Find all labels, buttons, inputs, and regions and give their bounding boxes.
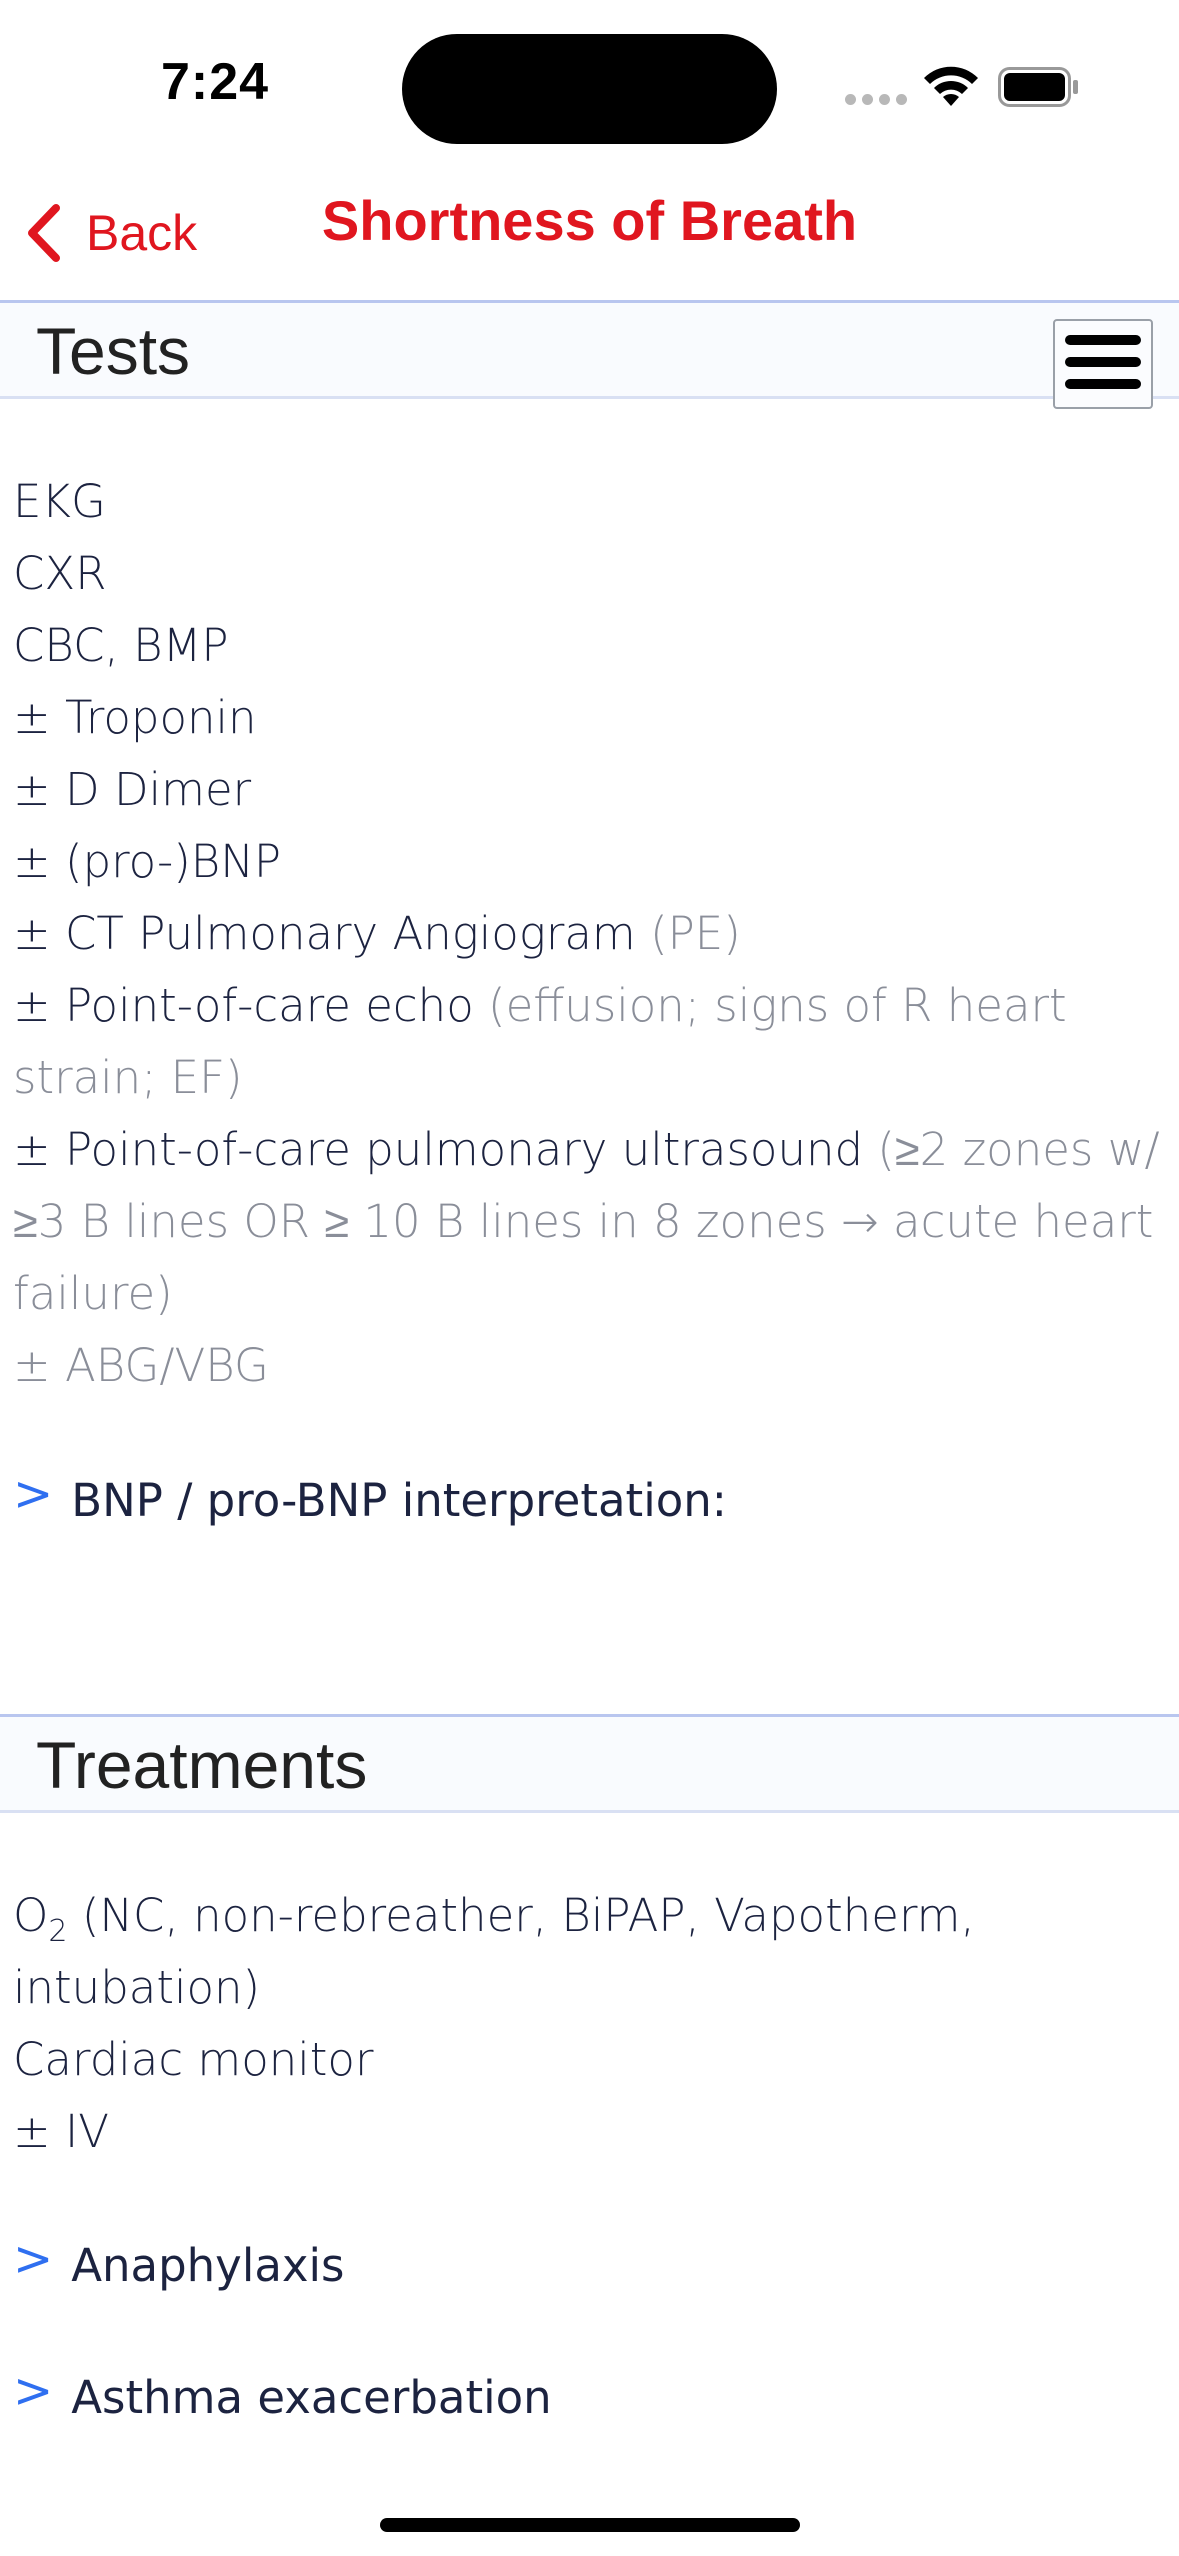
treatment-item: Cardiac monitor xyxy=(13,2024,1163,2096)
test-item: CXR xyxy=(13,538,1163,610)
test-item: ± ABG/VBG xyxy=(13,1330,1163,1402)
hamburger-icon-bar xyxy=(1065,379,1141,389)
dynamic-island xyxy=(402,34,777,144)
anaphylaxis-link[interactable]: > Anaphylaxis xyxy=(13,2231,345,2296)
treatment-item: ± IV xyxy=(13,2096,1163,2168)
status-bar: 7:24 xyxy=(0,0,1179,170)
wifi-icon xyxy=(924,66,978,106)
test-item-label: ± Point-of-care echo xyxy=(13,979,474,1032)
hamburger-icon-bar xyxy=(1065,335,1141,345)
test-item: CBC, BMP xyxy=(13,610,1163,682)
test-item-label: ± Point-of-care pulmonary ultrasound xyxy=(13,1123,864,1176)
chevron-right-icon: > xyxy=(13,2231,54,2287)
asthma-exacerbation-label: Asthma exacerbation xyxy=(71,2371,552,2424)
hamburger-icon-bar xyxy=(1065,357,1141,367)
tests-list: EKG CXR CBC, BMP ± Troponin ± D Dimer ± … xyxy=(13,466,1163,1402)
test-item: ± D Dimer xyxy=(13,754,1163,826)
test-item-label: EKG xyxy=(13,475,106,528)
test-item-label: ± CT Pulmonary Angiogram xyxy=(13,907,636,960)
treatment-item-label: Cardiac monitor xyxy=(13,2033,374,2086)
treatment-item-oxygen: O2 (NC, non-rebreather, BiPAP, Vapotherm… xyxy=(13,1880,1163,2024)
test-item-note: ± ABG/VBG xyxy=(13,1339,269,1392)
bnp-interpretation-link[interactable]: > BNP / pro-BNP interpretation: xyxy=(13,1466,727,1531)
test-item: EKG xyxy=(13,466,1163,538)
menu-button[interactable] xyxy=(1053,319,1153,409)
treatments-section-title: Treatments xyxy=(36,1728,368,1802)
test-item-label: ± D Dimer xyxy=(13,763,252,816)
test-item: ± Troponin xyxy=(13,682,1163,754)
test-item: ± Point-of-care echo (effusion; signs of… xyxy=(13,970,1163,1114)
treatment-item-label: ± IV xyxy=(13,2105,110,2158)
cellular-signal-icon xyxy=(845,94,907,106)
test-item-label: ± Troponin xyxy=(13,691,257,744)
bnp-interpretation-label: BNP / pro-BNP interpretation: xyxy=(71,1474,727,1527)
oxygen-options: (NC, non-rebreather, BiPAP, Vapotherm, i… xyxy=(13,1889,975,2014)
test-item: ± CT Pulmonary Angiogram (PE) xyxy=(13,898,1163,970)
asthma-exacerbation-link[interactable]: > Asthma exacerbation xyxy=(13,2363,552,2428)
tests-section-title: Tests xyxy=(36,314,191,388)
battery-icon xyxy=(998,67,1078,107)
treatments-section-header: Treatments xyxy=(0,1714,1179,1813)
navigation-bar: Back Shortness of Breath xyxy=(0,170,1179,302)
oxygen-subscript: 2 xyxy=(48,1914,68,1949)
tests-section-header: Tests xyxy=(0,300,1179,409)
test-item-label: CBC, BMP xyxy=(13,619,229,672)
home-indicator[interactable] xyxy=(380,2518,800,2532)
test-item-note: (PE) xyxy=(650,907,741,960)
treatments-list: O2 (NC, non-rebreather, BiPAP, Vapotherm… xyxy=(13,1880,1163,2168)
page-title: Shortness of Breath xyxy=(321,189,858,252)
test-item: ± (pro-)BNP xyxy=(13,826,1163,898)
chevron-right-icon: > xyxy=(13,1466,54,1522)
status-time: 7:24 xyxy=(160,53,270,111)
anaphylaxis-label: Anaphylaxis xyxy=(71,2239,345,2292)
test-item-label: ± (pro-)BNP xyxy=(13,835,282,888)
chevron-right-icon: > xyxy=(13,2363,54,2419)
test-item-label: CXR xyxy=(13,547,107,600)
oxygen-symbol: O xyxy=(13,1889,49,1942)
test-item: ± Point-of-care pulmonary ultrasound (≥2… xyxy=(13,1114,1163,1330)
